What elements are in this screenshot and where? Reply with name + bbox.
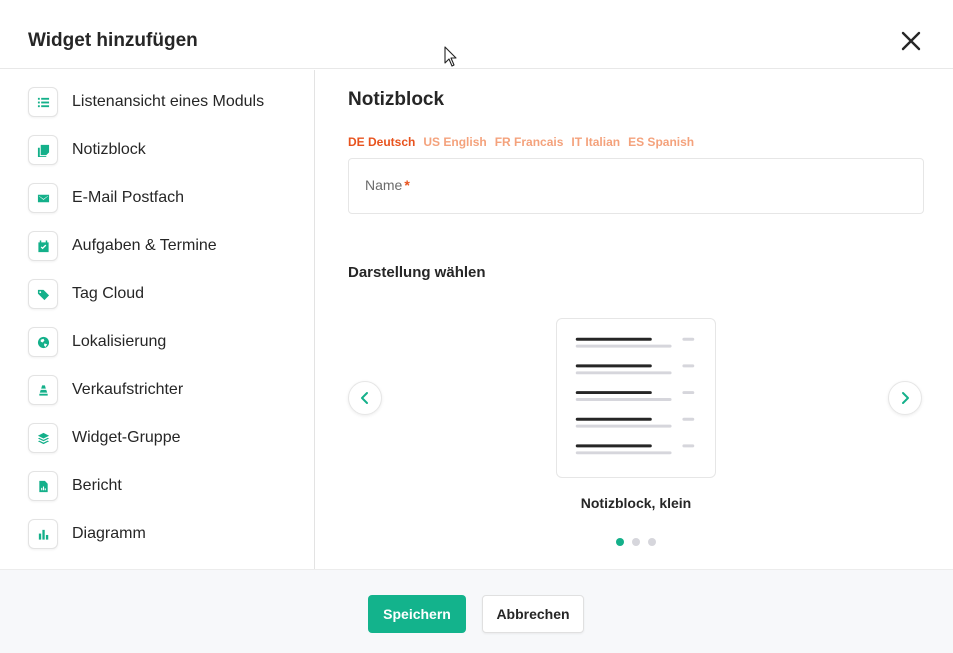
notepad-preview-illustration xyxy=(575,337,695,455)
tags-icon xyxy=(28,279,58,309)
carousel-dot-2[interactable] xyxy=(632,538,640,546)
sidebar-item-label: E-Mail Postfach xyxy=(72,189,185,206)
sidebar-item-sales-funnel[interactable]: Verkaufstrichter xyxy=(28,375,298,407)
notes-icon xyxy=(28,135,58,165)
bar-chart-icon xyxy=(28,519,58,549)
calendar-check-icon xyxy=(28,231,58,261)
dialog-title: Widget hinzufügen xyxy=(28,30,198,51)
dialog-header: Widget hinzufügen xyxy=(0,0,953,69)
section-title-display: Darstellung wählen xyxy=(348,264,486,281)
sidebar-item-label: Lokalisierung xyxy=(72,333,167,350)
sidebar-item-tasks-appointments[interactable]: Aufgaben & Termine xyxy=(28,231,298,263)
layers-icon xyxy=(28,423,58,453)
sidebar-item-widget-group[interactable]: Widget-Gruppe xyxy=(28,423,298,455)
language-tabs: DE Deutsch US English FR Francais IT Ita… xyxy=(348,135,694,149)
sidebar-item-label: Tag Cloud xyxy=(72,285,145,302)
name-input[interactable] xyxy=(365,173,909,203)
sidebar-item-label: Listenansicht eines Moduls xyxy=(72,93,265,110)
tab-language-fr[interactable]: FR Francais xyxy=(495,135,564,149)
panel-title: Notizblock xyxy=(348,89,445,110)
list-icon xyxy=(28,87,58,117)
widget-config-panel: Notizblock DE Deutsch US English FR Fran… xyxy=(316,70,953,569)
sidebar-item-localization[interactable]: Lokalisierung xyxy=(28,327,298,359)
sidebar-item-label: Diagramm xyxy=(72,525,146,542)
close-button[interactable] xyxy=(898,28,924,54)
sidebar-item-label: Widget-Gruppe xyxy=(72,429,181,446)
mouse-cursor-icon xyxy=(444,46,457,67)
sidebar-item-tag-cloud[interactable]: Tag Cloud xyxy=(28,279,298,311)
sidebar-item-email-inbox[interactable]: E-Mail Postfach xyxy=(28,183,298,215)
report-file-icon xyxy=(28,471,58,501)
preview-caption: Notizblock, klein xyxy=(580,495,692,511)
close-icon xyxy=(901,31,921,51)
tab-language-it[interactable]: IT Italian xyxy=(571,135,620,149)
cancel-button[interactable]: Abbrechen xyxy=(482,595,584,633)
sidebar-item-label: Notizblock xyxy=(72,141,146,158)
tab-language-de[interactable]: DE Deutsch xyxy=(348,135,415,149)
chevron-right-icon xyxy=(902,392,909,404)
name-field[interactable]: Name * xyxy=(348,158,924,214)
sidebar-item-label: Verkaufstrichter xyxy=(72,381,184,398)
sidebar-item-report[interactable]: Bericht xyxy=(28,471,298,503)
chevron-left-icon xyxy=(361,392,368,404)
sidebar-item-label: Aufgaben & Termine xyxy=(72,237,217,254)
widget-type-list: Listenansicht eines Moduls Notizblock E-… xyxy=(0,70,315,569)
carousel-dot-1[interactable] xyxy=(616,538,624,546)
globe-icon xyxy=(28,327,58,357)
carousel-pagination xyxy=(616,538,656,546)
tab-language-us[interactable]: US English xyxy=(423,135,486,149)
carousel-next-button[interactable] xyxy=(888,381,922,415)
sidebar-item-list-view[interactable]: Listenansicht eines Moduls xyxy=(28,87,298,119)
tab-language-es[interactable]: ES Spanish xyxy=(628,135,694,149)
carousel-prev-button[interactable] xyxy=(348,381,382,415)
funnel-pyramid-icon xyxy=(28,375,58,405)
display-preview-card[interactable] xyxy=(556,318,716,478)
sidebar-item-chart[interactable]: Diagramm xyxy=(28,519,298,551)
sidebar-item-label: Bericht xyxy=(72,477,122,494)
envelope-icon xyxy=(28,183,58,213)
sidebar-item-notepad[interactable]: Notizblock xyxy=(28,135,298,167)
carousel-dot-3[interactable] xyxy=(648,538,656,546)
save-button[interactable]: Speichern xyxy=(368,595,466,633)
dialog-footer: Speichern Abbrechen xyxy=(0,569,953,653)
